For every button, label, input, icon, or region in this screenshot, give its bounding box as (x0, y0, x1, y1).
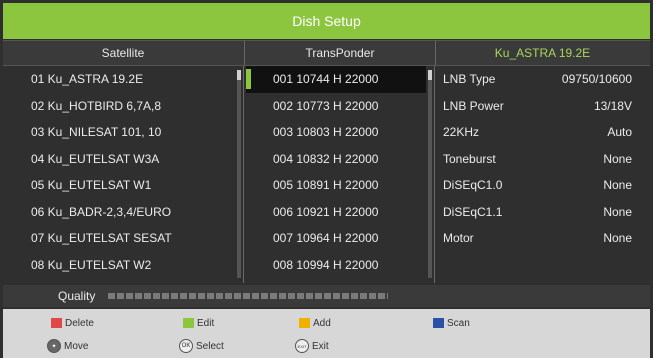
diseqc10-row[interactable]: DiSEqC1.0 None (435, 172, 650, 199)
diseqc11-row[interactable]: DiSEqC1.1 None (435, 199, 650, 226)
delete-help[interactable]: Delete (51, 315, 94, 331)
delete-help-label: Delete (65, 317, 94, 329)
select-help[interactable]: OK Select (179, 338, 224, 354)
lnb-settings-panel: LNB Type 09750/10600 LNB Power 13/18V 22… (435, 66, 650, 252)
quality-meter (108, 293, 388, 299)
dpad-icon: ✦ (47, 339, 61, 353)
satellite-list[interactable]: 01 Ku_ASTRA 19.2E 02 Ku_HOTBIRD 6,7A,8 0… (3, 66, 235, 278)
yellow-key-icon (299, 318, 310, 328)
lnb-power-row[interactable]: LNB Power 13/18V (435, 93, 650, 120)
setting-value: None (603, 204, 632, 219)
edit-help[interactable]: Edit (183, 315, 214, 331)
setting-label: DiSEqC1.1 (443, 204, 503, 219)
satellite-item[interactable]: 08 Ku_EUTELSAT W2 (3, 252, 235, 279)
transponder-item[interactable]: 008 10994 H 22000 (246, 252, 426, 279)
motor-row[interactable]: Motor None (435, 225, 650, 252)
transponder-item[interactable]: 003 10803 H 22000 (246, 119, 426, 146)
setting-label: LNB Type (443, 72, 496, 86)
selected-satellite-header: Ku_ASTRA 19.2E (494, 46, 591, 60)
satellite-item[interactable]: 07 Ku_EUTELSAT SESAT (3, 225, 235, 252)
page-title: Dish Setup (3, 3, 650, 39)
satellite-item[interactable]: 05 Ku_EUTELSAT W1 (3, 172, 235, 199)
setting-value: 09750/10600 (561, 72, 632, 86)
toneburst-row[interactable]: Toneburst None (435, 146, 650, 173)
setting-value: None (603, 178, 632, 192)
satellite-item[interactable]: 03 Ku_NILESAT 101, 10 (3, 119, 235, 146)
move-help[interactable]: ✦ Move (47, 338, 88, 354)
transponder-item[interactable]: 004 10832 H 22000 (246, 146, 426, 173)
transponder-item[interactable]: 002 10773 H 22000 (246, 93, 426, 120)
transponder-list[interactable]: 001 10744 H 22000 002 10773 H 22000 003 … (246, 66, 426, 278)
setting-value: None (603, 151, 632, 166)
setting-label: DiSEqC1.0 (443, 178, 503, 192)
satellite-scrollbar[interactable] (237, 70, 241, 278)
blue-key-icon (433, 318, 444, 328)
exit-help-label: Exit (312, 340, 329, 352)
quality-label: Quality (58, 289, 96, 303)
lnb-type-row[interactable]: LNB Type 09750/10600 (435, 66, 650, 93)
setting-value: None (603, 231, 632, 245)
setting-value: Auto (607, 125, 632, 139)
red-key-icon (51, 318, 62, 328)
column-headers: Satellite TransPonder Ku_ASTRA 19.2E (3, 40, 650, 66)
scan-help[interactable]: Scan (433, 315, 470, 331)
setting-label: Motor (443, 231, 474, 245)
setting-label: 22KHz (443, 125, 480, 139)
column-divider (243, 66, 244, 283)
dish-setup-screen: Dish Setup Satellite TransPonder Ku_ASTR… (0, 0, 653, 358)
transponder-item-selected[interactable]: 001 10744 H 22000 (246, 66, 426, 93)
setup-body: 01 Ku_ASTRA 19.2E 02 Ku_HOTBIRD 6,7A,8 0… (3, 66, 650, 283)
satellite-item[interactable]: 06 Ku_BADR-2,3,4/EURO (3, 199, 235, 226)
add-help[interactable]: Add (299, 315, 331, 331)
setting-label: LNB Power (443, 98, 504, 113)
exit-key-icon: EXIT (295, 339, 309, 353)
transponder-item[interactable]: 007 10964 H 22000 (246, 225, 426, 252)
setting-label: Toneburst (443, 151, 496, 166)
add-help-label: Add (313, 317, 331, 329)
select-help-label: Select (196, 340, 224, 352)
transponder-scrollbar[interactable] (428, 70, 432, 278)
satellite-item[interactable]: 02 Ku_HOTBIRD 6,7A,8 (3, 93, 235, 120)
setting-value: 13/18V (593, 98, 632, 113)
edit-help-label: Edit (197, 317, 215, 329)
exit-help[interactable]: EXIT Exit (295, 338, 329, 354)
scan-help-label: Scan (447, 317, 470, 329)
satellite-scrollbar-thumb[interactable] (237, 70, 241, 80)
22khz-row[interactable]: 22KHz Auto (435, 119, 650, 146)
move-help-label: Move (64, 340, 89, 352)
satellite-item[interactable]: 04 Ku_EUTELSAT W3A (3, 146, 235, 173)
help-bar: Delete Edit Add Scan ✦ Move OK Select EX… (3, 309, 650, 358)
transponder-column-header: TransPonder (244, 41, 436, 65)
transponder-scrollbar-thumb[interactable] (428, 70, 432, 80)
ok-key-icon: OK (179, 339, 193, 353)
transponder-item[interactable]: 006 10921 H 22000 (246, 199, 426, 226)
quality-panel: Quality (3, 285, 650, 307)
satellite-item[interactable]: 01 Ku_ASTRA 19.2E (3, 66, 235, 93)
satellite-column-header: Satellite (101, 46, 145, 60)
green-key-icon (183, 318, 194, 328)
transponder-item[interactable]: 005 10891 H 22000 (246, 172, 426, 199)
